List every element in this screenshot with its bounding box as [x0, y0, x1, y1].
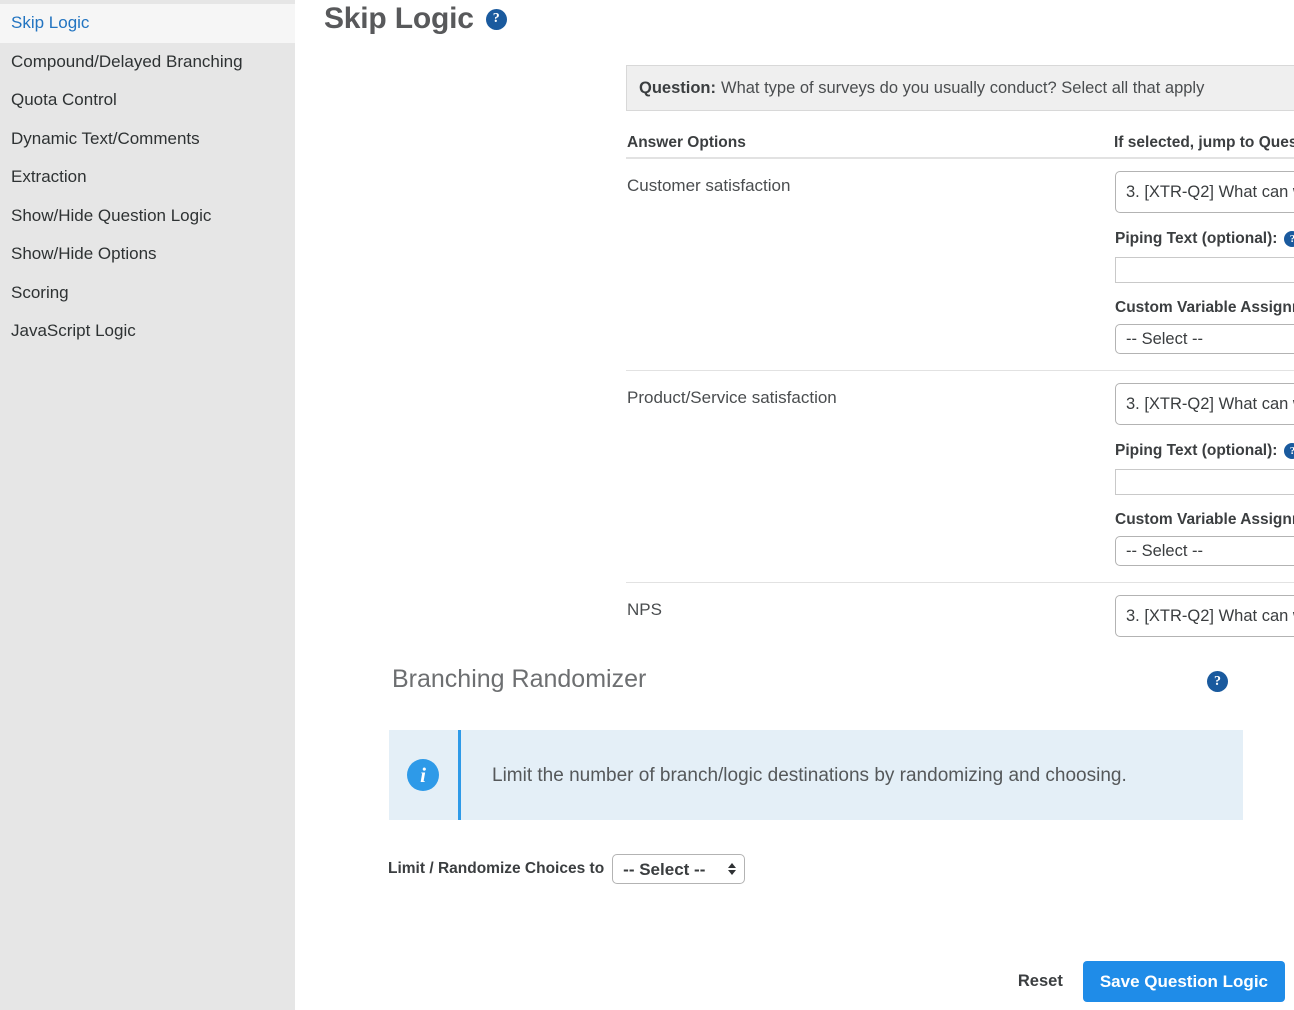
branching-randomizer-title: Branching Randomizer [392, 665, 647, 693]
custom-variable-select-wrap: -- Select -- [1115, 536, 1294, 566]
limit-randomize-select[interactable]: -- Select -- [612, 854, 746, 884]
info-accent-rule [458, 730, 461, 820]
jump-to-question-select-wrap: 3. [XTR-Q2] What can we do to make your … [1115, 171, 1294, 213]
sidebar-item-javascript-logic[interactable]: JavaScript Logic [0, 312, 295, 351]
info-icon: i [407, 759, 439, 791]
question-text: What type of surveys do you usually cond… [721, 78, 1205, 97]
sidebar-item-label: Quota Control [11, 90, 117, 109]
sidebar-item-label: Compound/Delayed Branching [11, 51, 243, 71]
piping-text-input[interactable] [1115, 469, 1294, 495]
row-controls: 3. [XTR-Q2] What can we do to make your … [1115, 171, 1294, 354]
main-content: Skip Logic ? Question: What type of surve… [295, 0, 1294, 1010]
table-row: Customer satisfaction 3. [XTR-Q2] What c… [626, 159, 1294, 371]
help-icon[interactable]: ? [485, 8, 507, 30]
jump-to-question-select-wrap: 3. [XTR-Q2] What can we do to make your … [1115, 383, 1294, 425]
sidebar-item-label: Skip Logic [11, 13, 90, 32]
sidebar-item-extraction[interactable]: Extraction [0, 158, 295, 197]
limit-randomize-row: Limit / Randomize Choices to -- Select -… [388, 854, 746, 884]
sidebar-item-label: JavaScript Logic [11, 321, 136, 340]
help-icon[interactable]: ? [1207, 671, 1228, 692]
answer-option-label: Customer satisfaction [627, 176, 791, 195]
piping-text-label: Piping Text (optional): ? [1115, 230, 1294, 248]
piping-text-label: Piping Text (optional): ? [1115, 442, 1294, 460]
custom-variable-assignment-label: Custom Variable Assignment (optional): ? [1115, 511, 1294, 528]
help-icon[interactable]: ? [1284, 231, 1294, 247]
table-row: Product/Service satisfaction 3. [XTR-Q2]… [626, 371, 1294, 583]
piping-text-input[interactable] [1115, 257, 1294, 283]
sidebar-item-show-hide-options[interactable]: Show/Hide Options [0, 235, 295, 274]
sidebar-item-scoring[interactable]: Scoring [0, 274, 295, 313]
form-footer: Reset Save Question Logic [295, 961, 1294, 1002]
question-banner: Question: What type of surveys do you usu… [626, 65, 1294, 111]
sidebar-item-dynamic-text-comments[interactable]: Dynamic Text/Comments [0, 120, 295, 159]
sidebar-item-label: Show/Hide Question Logic [11, 205, 212, 225]
jump-to-question-select[interactable]: 3. [XTR-Q2] What can we do to make your … [1115, 383, 1294, 425]
custom-variable-assignment-label: Custom Variable Assignment (optional): ? [1115, 299, 1294, 316]
sidebar-item-label: Dynamic Text/Comments [11, 128, 200, 148]
sidebar-item-label: Extraction [11, 167, 87, 186]
sidebar-item-skip-logic[interactable]: Skip Logic [0, 4, 295, 43]
page-header: Skip Logic ? [324, 2, 507, 36]
row-controls: 3. [XTR-Q2] What can we do to make your … [1115, 383, 1294, 566]
answer-option-label: Product/Service satisfaction [627, 388, 837, 407]
row-controls: 3. [XTR-Q2] What can we do to make your … [1115, 595, 1294, 637]
question-prefix-label: Question: [639, 78, 716, 97]
column-header-answer-options: Answer Options [627, 134, 746, 151]
table-header: Answer Options If selected, jump to Ques… [626, 131, 1294, 159]
help-icon[interactable]: ? [1284, 443, 1294, 459]
jump-to-question-select[interactable]: 3. [XTR-Q2] What can we do to make your … [1115, 595, 1294, 637]
sidebar-item-compound-delayed-branching[interactable]: Compound/Delayed Branching [0, 43, 295, 82]
page-title: Skip Logic [324, 2, 474, 35]
reset-button[interactable]: Reset [1018, 972, 1063, 991]
sidebar-item-quota-control[interactable]: Quota Control [0, 81, 295, 120]
answer-option-label: NPS [627, 600, 662, 619]
save-question-logic-button[interactable]: Save Question Logic [1082, 961, 1285, 1002]
branching-randomizer-panel: Branching Randomizer ? i Limit the numbe… [295, 645, 1294, 1010]
column-header-jump-to-question: If selected, jump to Question [1114, 134, 1294, 151]
limit-randomize-label: Limit / Randomize Choices to [388, 860, 605, 877]
info-callout-text: Limit the number of branch/logic destina… [492, 764, 1127, 786]
limit-randomize-select-wrap: -- Select -- [612, 854, 746, 884]
jump-to-question-select-wrap: 3. [XTR-Q2] What can we do to make your … [1115, 595, 1294, 637]
custom-variable-select[interactable]: -- Select -- [1115, 536, 1294, 566]
sidebar: Skip Logic Compound/Delayed Branching Qu… [0, 0, 295, 1010]
custom-variable-select[interactable]: -- Select -- [1115, 324, 1294, 354]
sidebar-item-label: Scoring [11, 282, 69, 302]
info-callout: i Limit the number of branch/logic desti… [389, 730, 1243, 820]
sidebar-item-label: Show/Hide Options [11, 244, 157, 263]
custom-variable-select-wrap: -- Select -- [1115, 324, 1294, 354]
sidebar-item-show-hide-question-logic[interactable]: Show/Hide Question Logic [0, 197, 295, 236]
skip-logic-page: Skip Logic Compound/Delayed Branching Qu… [0, 0, 1294, 1010]
jump-to-question-select[interactable]: 3. [XTR-Q2] What can we do to make your … [1115, 171, 1294, 213]
